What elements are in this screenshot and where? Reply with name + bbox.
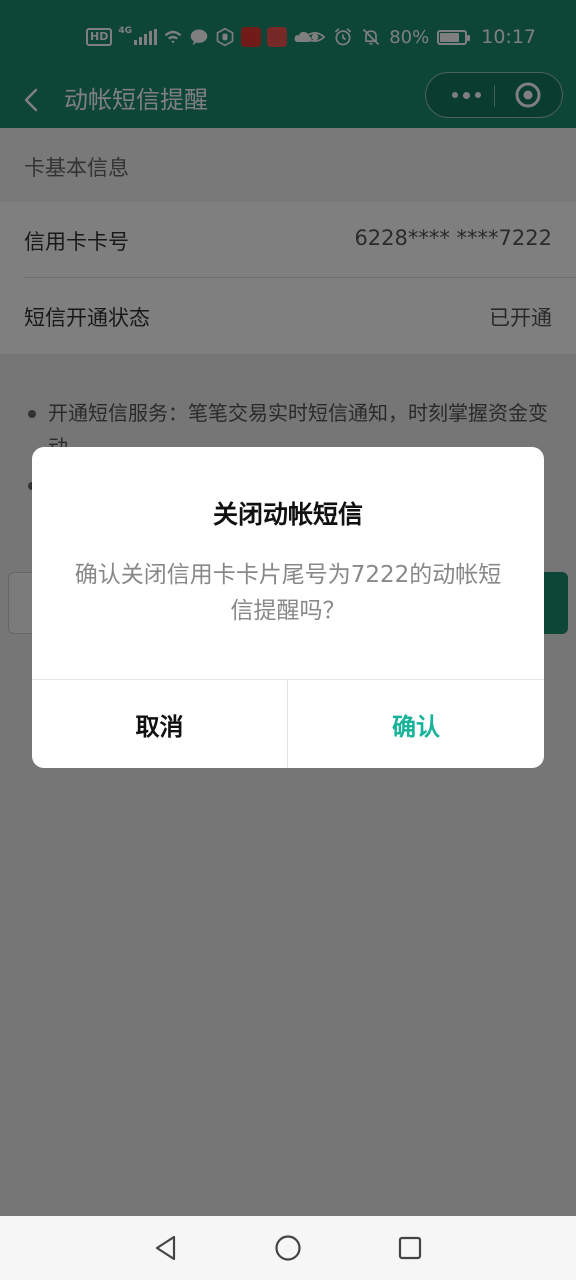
dialog-message: 确认关闭信用卡卡片尾号为7222的动帐短信提醒吗？ <box>74 562 502 624</box>
confirm-dialog: 关闭动帐短信 确认关闭信用卡卡片尾号为7222的动帐短信提醒吗？ 取消 确认 <box>32 447 544 768</box>
dialog-footer: 取消 确认 <box>32 679 544 768</box>
system-nav-bar <box>0 1216 576 1280</box>
home-circle-icon[interactable] <box>274 1234 302 1262</box>
back-triangle-icon[interactable] <box>152 1234 180 1262</box>
cancel-button[interactable]: 取消 <box>32 680 288 768</box>
confirm-button[interactable]: 确认 <box>288 680 544 768</box>
dialog-title: 关闭动帐短信 <box>212 500 363 529</box>
recents-square-icon[interactable] <box>396 1234 424 1262</box>
